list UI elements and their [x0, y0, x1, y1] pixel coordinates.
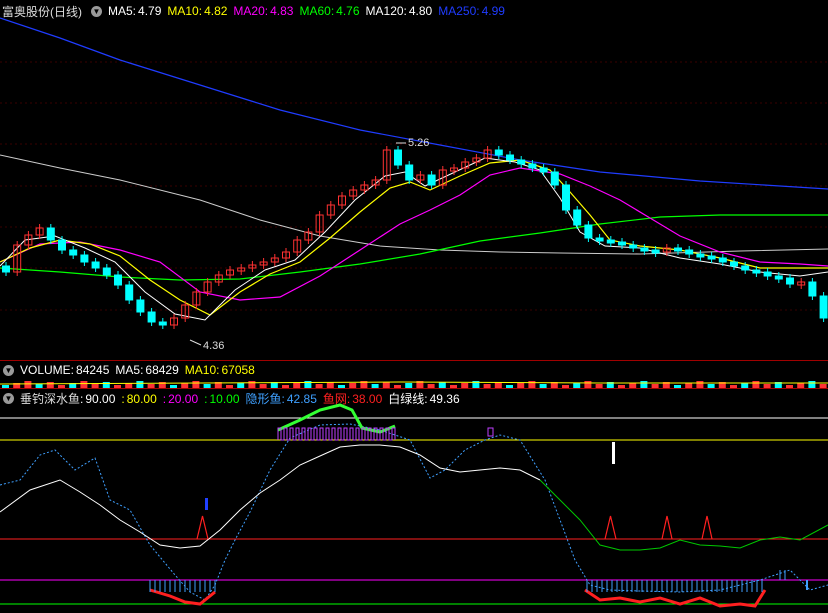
- fishnet-spike: [661, 515, 673, 540]
- fishnet-spike: [196, 515, 209, 540]
- fishnet-spike: [604, 515, 617, 540]
- fishnet-spike: [701, 515, 713, 540]
- top-square-wave: [277, 427, 396, 441]
- bottom-band-line: [149, 588, 216, 606]
- hidden-fish-line: [0, 423, 828, 601]
- sell-signal-marker: [612, 442, 615, 464]
- buy-signal-marker: [205, 498, 208, 510]
- top-marker: [487, 427, 494, 437]
- white-line: [0, 444, 541, 549]
- indicator-chart[interactable]: [0, 0, 828, 613]
